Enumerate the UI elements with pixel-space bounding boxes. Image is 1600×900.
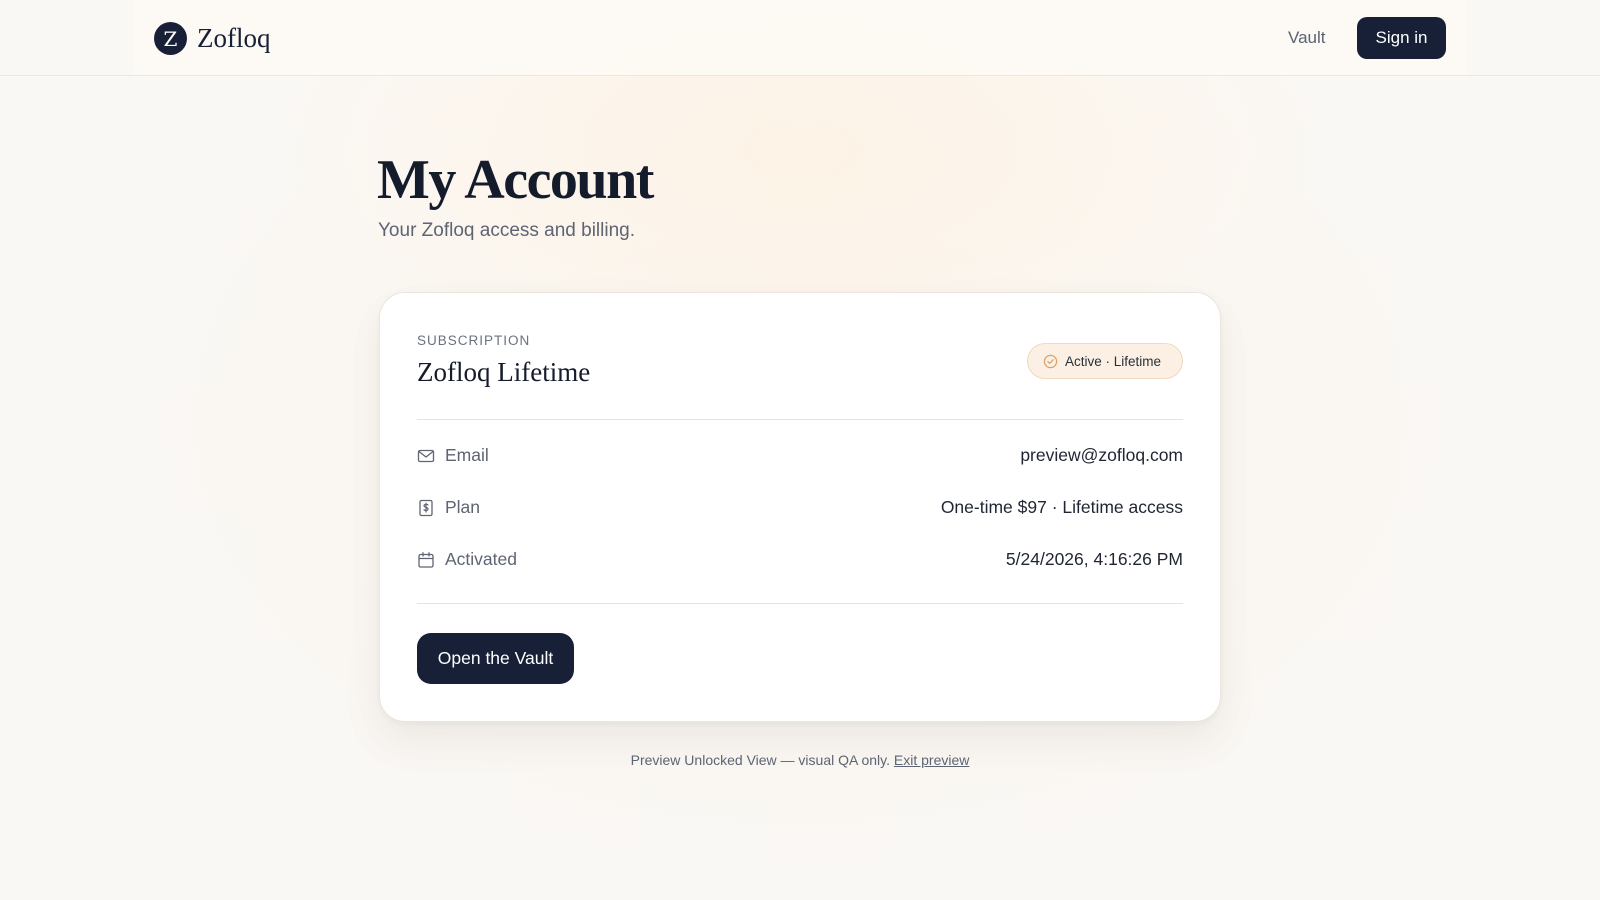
email-value: preview@zofloq.com	[1020, 445, 1183, 465]
status-badge-label: Active · Lifetime	[1065, 353, 1162, 369]
activated-value: 5/24/2026, 4:16:26 PM	[1005, 549, 1183, 569]
plan-name: Zofloq Lifetime	[417, 357, 591, 387]
status-badge: Active · Lifetime	[1027, 343, 1183, 379]
card-divider	[417, 603, 1183, 604]
detail-row-plan: Plan One-time $97 · Lifetime access	[417, 497, 1183, 523]
brand-mark: Z	[154, 22, 187, 55]
page-title: My Account	[377, 149, 654, 211]
receipt-dollar-icon	[419, 499, 433, 516]
brand-name: Zofloq	[197, 23, 271, 53]
detail-row-email: Email preview@zofloq.com	[417, 445, 1183, 471]
nav-link-vault[interactable]: Vault	[1288, 28, 1326, 48]
preview-notice: Preview Unlocked View — visual QA only. …	[0, 752, 1600, 768]
sign-in-button[interactable]: Sign in	[1357, 17, 1446, 59]
card-divider	[417, 419, 1183, 420]
row-label: Email	[445, 445, 489, 465]
header-divider	[0, 75, 1600, 76]
preview-notice-text: Preview Unlocked View — visual QA only.	[630, 752, 890, 768]
open-vault-button[interactable]: Open the Vault	[417, 633, 574, 684]
mail-icon	[417, 449, 435, 462]
exit-preview-link[interactable]: Exit preview	[894, 752, 969, 768]
row-label: Activated	[445, 549, 517, 569]
page-subtitle: Your Zofloq access and billing.	[378, 220, 636, 241]
section-label: SUBSCRIPTION	[417, 333, 531, 348]
row-label: Plan	[445, 497, 481, 517]
brand-logo[interactable]: Z Zofloq	[154, 22, 271, 55]
subscription-card: SUBSCRIPTION Zofloq Lifetime Active · Li…	[379, 292, 1221, 722]
check-circle-icon	[1043, 354, 1058, 368]
calendar-icon	[418, 551, 434, 568]
detail-row-activated: Activated 5/24/2026, 4:16:26 PM	[417, 549, 1183, 575]
top-bar	[133, 0, 1467, 76]
plan-value: One-time $97 · Lifetime access	[940, 497, 1183, 517]
